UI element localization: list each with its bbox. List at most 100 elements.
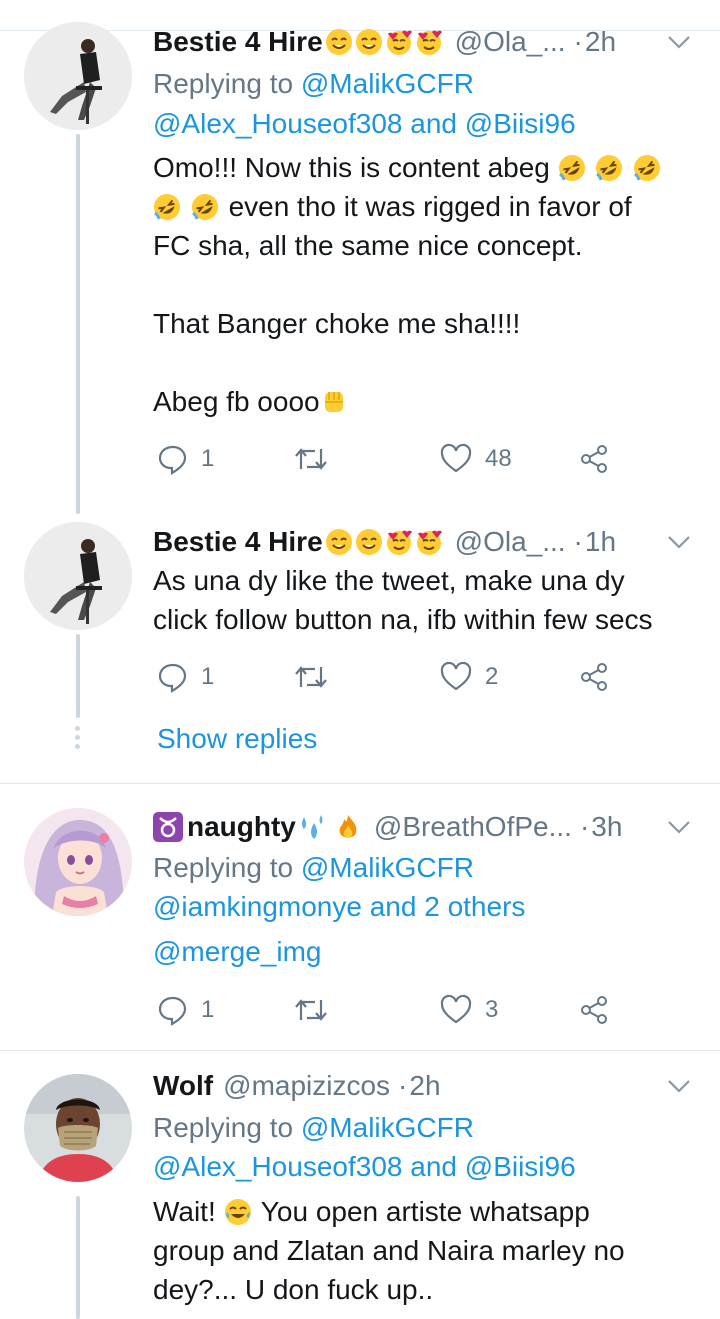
smiling-hearts-emoji-icon <box>416 30 442 55</box>
avatar[interactable] <box>24 522 132 630</box>
tweet-header: naughty @BreathOfPe... · 3h <box>153 807 696 847</box>
share-button[interactable] <box>578 990 610 1030</box>
avatar-man-on-stool-icon <box>24 22 132 130</box>
tweet-divider <box>0 1050 720 1051</box>
share-icon <box>581 445 607 473</box>
share-button[interactable] <box>578 439 610 479</box>
show-replies-link[interactable]: Show replies <box>157 719 317 759</box>
smiling-face-emoji-icon <box>325 529 352 555</box>
timestamp[interactable]: 2h <box>409 1066 440 1106</box>
replying-to-line-2: @iamkingmonye and 2 others <box>153 887 696 927</box>
mention-link[interactable]: @Alex_Houseof308 <box>153 108 402 139</box>
replying-to-line-1: Replying to @MalikGCFR <box>153 852 474 883</box>
mention-link[interactable]: @MalikGCFR <box>301 852 474 883</box>
tweet-text: Omo!!! Now this is content abeg even tho… <box>153 148 702 421</box>
mention-link[interactable]: @iamkingmonye <box>153 891 362 922</box>
avatar-man-on-stool-icon <box>24 522 132 630</box>
share-icon <box>581 996 607 1024</box>
smiling-face-emoji-icon <box>355 529 382 555</box>
avatar[interactable] <box>24 1074 132 1182</box>
retweet-button[interactable] <box>293 439 341 479</box>
tweet-text: @merge_img <box>153 932 696 972</box>
rofl-emojis <box>153 191 229 222</box>
rolling-laughing-emoji-icon <box>634 155 661 181</box>
thread-line <box>76 134 80 514</box>
tweet-actions: 1 3 <box>153 990 613 1030</box>
user-handle[interactable]: @Ola_... <box>455 522 566 562</box>
reply-button[interactable]: 1 <box>157 439 214 479</box>
tweet-text: As una dy like the tweet, make una dy cl… <box>153 565 653 635</box>
others-link[interactable]: and 2 others <box>362 891 526 922</box>
reply-button[interactable]: 1 <box>157 990 214 1030</box>
user-handle[interactable]: @BreathOfPe... <box>374 807 572 847</box>
separator-dot: · <box>573 526 583 557</box>
taurus-sign-icon <box>153 812 183 842</box>
mention-link[interactable]: @MalikGCFR <box>301 68 474 99</box>
chevron-down-icon[interactable] <box>662 522 696 562</box>
user-handle[interactable]: @mapizizcos <box>223 1066 390 1106</box>
replying-to-line-2: @Alex_Houseof308 and @Biisi96 <box>153 1151 576 1182</box>
avatar[interactable] <box>24 22 132 130</box>
retweet-icon <box>295 999 327 1021</box>
display-name[interactable]: Bestie 4 Hire <box>153 522 323 562</box>
like-button[interactable]: 48 <box>439 439 512 479</box>
mention-link[interactable]: @Alex_Houseof308 <box>153 1151 402 1182</box>
tweet-header: Bestie 4 Hire @Ola_... · 2h <box>153 22 696 62</box>
name-emojis <box>325 28 445 56</box>
avatar[interactable] <box>24 808 132 916</box>
tweet-divider <box>0 783 720 784</box>
mention-link[interactable]: @Biisi96 <box>465 1151 576 1182</box>
rolling-laughing-emoji-icon <box>154 194 180 220</box>
user-handle[interactable]: @Ola_... <box>455 22 566 62</box>
timestamp[interactable]: 2h <box>585 22 616 62</box>
display-name[interactable]: Wolf <box>153 1066 213 1106</box>
heart-icon <box>440 443 472 473</box>
avatar-man-with-mask-icon <box>24 1074 132 1182</box>
avatar-anime-girl-icon <box>24 808 132 916</box>
heart-icon <box>440 661 472 691</box>
smiling-face-emoji-icon <box>355 29 382 55</box>
reply-icon <box>158 663 187 693</box>
smiling-face-emoji-icon <box>325 29 352 55</box>
retweet-button[interactable] <box>293 990 341 1030</box>
tears-of-joy-emoji-icon <box>224 1199 251 1225</box>
display-name[interactable]: Bestie 4 Hire <box>153 22 323 62</box>
tweet-text: Wait! You open artiste whatsapp group an… <box>153 1196 625 1305</box>
separator-dot: · <box>579 811 590 842</box>
like-button[interactable]: 2 <box>439 657 498 697</box>
replying-to-line-2: @Alex_Houseof308 and @Biisi96 <box>153 108 576 139</box>
raised-fist-emoji-icon <box>324 392 343 412</box>
rolling-laughing-emoji-icon <box>558 155 585 181</box>
thread-line <box>76 634 80 718</box>
like-button[interactable]: 3 <box>439 990 498 1030</box>
sweat-droplets-emoji-icon <box>301 815 323 839</box>
tweet-header: Wolf @mapizizcos · 2h <box>153 1066 696 1106</box>
thread-line <box>76 1196 80 1319</box>
fire-emoji-icon <box>339 815 357 838</box>
chevron-down-icon[interactable] <box>662 807 696 847</box>
separator-dot: · <box>398 1070 408 1101</box>
timestamp[interactable]: 1h <box>585 522 616 562</box>
mention-link[interactable]: @merge_img <box>153 936 321 967</box>
tweet-actions: 1 2 <box>153 657 613 697</box>
retweet-icon <box>295 666 327 688</box>
mention-link[interactable]: @MalikGCFR <box>301 1112 474 1143</box>
rolling-laughing-emoji-icon <box>596 155 623 181</box>
retweet-icon <box>295 448 327 470</box>
timestamp[interactable]: 3h <box>591 807 622 847</box>
smiling-hearts-emoji-icon <box>386 30 412 55</box>
mention-link[interactable]: @Biisi96 <box>465 108 576 139</box>
display-name[interactable]: naughty <box>187 807 296 847</box>
tweet-actions: 1 48 <box>153 439 613 479</box>
rofl-emojis <box>550 152 663 183</box>
chevron-down-icon[interactable] <box>662 22 696 62</box>
reply-icon <box>158 996 187 1026</box>
reply-icon <box>158 445 187 475</box>
smiling-hearts-emoji-icon <box>416 530 442 555</box>
separator-dot: · <box>573 26 583 57</box>
reply-button[interactable]: 1 <box>157 657 214 697</box>
smiling-hearts-emoji-icon <box>386 530 412 555</box>
chevron-down-icon[interactable] <box>662 1066 696 1106</box>
retweet-button[interactable] <box>293 657 341 697</box>
share-button[interactable] <box>578 657 610 697</box>
